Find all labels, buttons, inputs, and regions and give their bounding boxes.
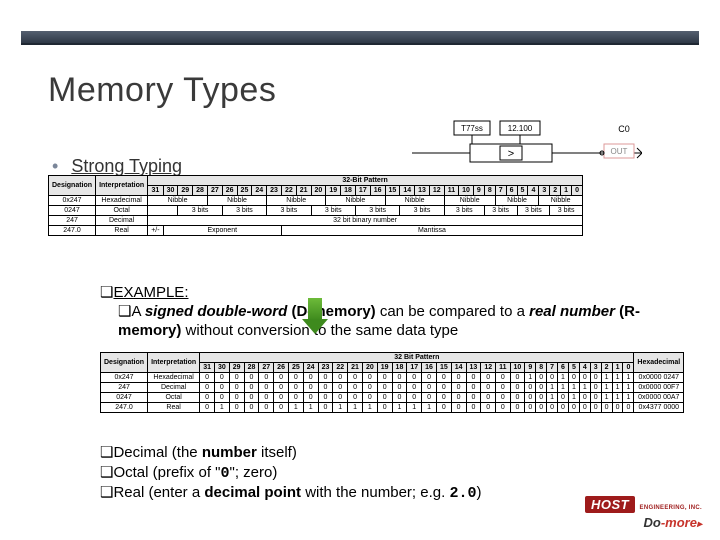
gate-c0: C0 [618, 124, 630, 134]
header-bar [21, 31, 699, 45]
bullet-text: Strong Typing [71, 156, 182, 176]
bitpattern-table-1: DesignationInterpretation32-Bit Pattern3… [48, 175, 698, 236]
gate-op: > [508, 148, 514, 160]
bullet-strong-typing: • Strong Typing [52, 156, 182, 177]
down-arrow-icon [302, 298, 328, 334]
gate-in1: T77ss [461, 124, 483, 133]
gate-out: OUT [611, 147, 628, 156]
gate-in2: 12.100 [508, 124, 533, 133]
bitpattern-table-2: DesignationInterpretation32 Bit PatternH… [100, 352, 690, 413]
page-title: Memory Types [48, 71, 276, 110]
host-logo: HOST ENGINEERING, INC. Do-more▸ [585, 496, 702, 530]
bullet-dot: • [52, 156, 58, 176]
comparator-diagram: T77ss 12.100 > C0 OUT [412, 118, 642, 170]
example-block: ❑EXAMPLE: ❑A signed double-word (D-memor… [100, 284, 660, 340]
constant-types-block: ❑Decimal (the number itself) ❑Octal (pre… [100, 443, 660, 504]
example-label: EXAMPLE: [113, 284, 188, 301]
